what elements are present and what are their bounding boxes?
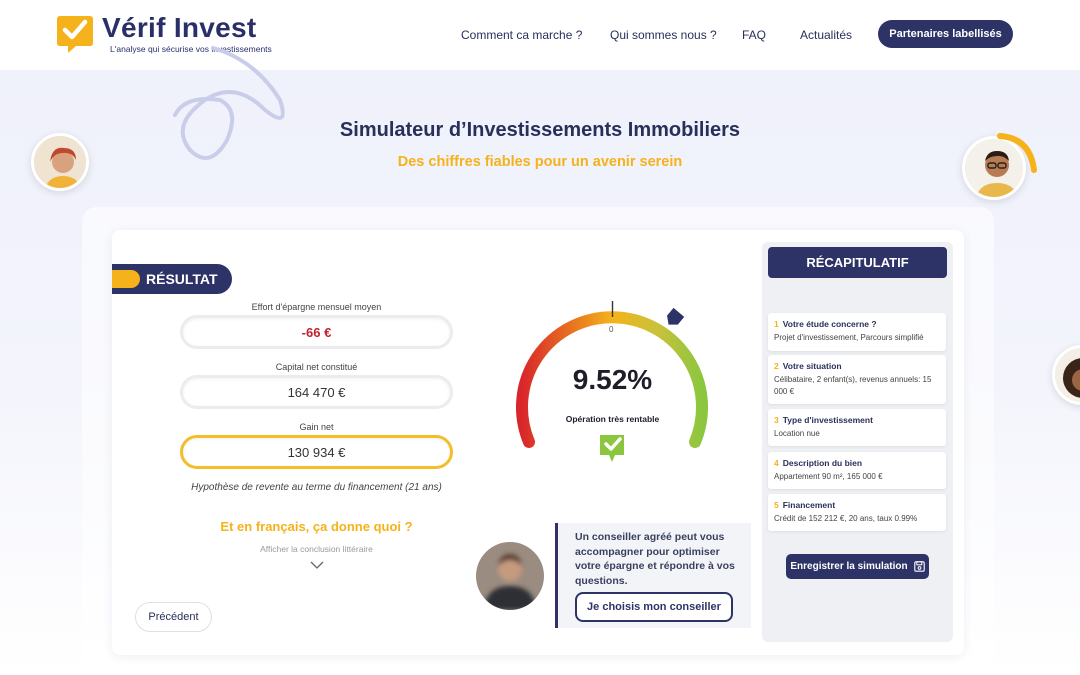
recap-item-title: Votre situation [782, 361, 842, 371]
floppy-disk-icon [913, 561, 925, 572]
recap-item-title: Votre étude concerne ? [782, 319, 877, 329]
recap-title: RÉCAPITULATIF [768, 247, 947, 278]
advisor-message: Un conseiller agréé peut vous accompagne… [575, 531, 735, 587]
gauge-value: 9.52% [572, 364, 653, 395]
recap-item-detail: Location nue [774, 429, 820, 438]
resale-hypothesis: Hypothèse de revente au terme du finance… [191, 482, 442, 493]
chevron-down-icon[interactable] [309, 560, 325, 570]
choose-advisor-button[interactable]: Je choisis mon conseiller [575, 592, 733, 622]
nav-faq[interactable]: FAQ [742, 28, 766, 42]
result-tab-accent [112, 270, 140, 288]
show-conclusion-link[interactable]: Afficher la conclusion littéraire [140, 544, 493, 554]
monthly-effort-value: -66 € [180, 315, 453, 349]
save-simulation-button[interactable]: Enregistrer la simulation [786, 554, 929, 579]
save-simulation-label: Enregistrer la simulation [790, 561, 908, 572]
net-gain-value: 130 934 € [180, 435, 453, 469]
recap-item-detail: Crédit de 152 212 €, 20 ans, taux 0.99% [774, 514, 918, 523]
previous-button[interactable]: Précédent [135, 602, 212, 632]
logo-check-icon[interactable] [54, 13, 96, 55]
result-tab-label: RÉSULTAT [146, 271, 218, 287]
advisor-photo [476, 542, 544, 610]
recap-item-property[interactable]: 4 Description du bien Appartement 90 m², … [768, 452, 946, 489]
gauge-zero-label: 0 [609, 325, 614, 334]
net-capital-label: Capital net constitué [275, 362, 358, 372]
nav-how-it-works[interactable]: Comment ca marche ? [461, 28, 582, 42]
recap-item-detail: Célibataire, 2 enfant(s), revenus annuel… [774, 375, 932, 396]
testimonial-avatar-edge [1052, 345, 1080, 405]
page-subtitle: Des chiffres fiables pour un avenir sere… [397, 154, 683, 170]
recap-item-detail: Projet d'investissement, Parcours simpli… [774, 333, 924, 342]
recap-item-study[interactable]: 1 Votre étude concerne ? Projet d'investi… [768, 313, 946, 351]
check-badge-icon [600, 435, 624, 462]
recap-item-number: 2 [774, 361, 779, 371]
monthly-effort-label: Effort d'épargne mensuel moyen [251, 302, 382, 312]
recap-item-number: 3 [774, 415, 779, 425]
page-title: Simulateur d’Investissements Immobiliers [339, 119, 741, 141]
nav-about-us[interactable]: Qui sommes nous ? [610, 28, 717, 42]
net-gain-label: Gain net [299, 422, 334, 432]
recap-item-investment-type[interactable]: 3 Type d'investissement Location nue [768, 409, 946, 446]
nav-news[interactable]: Actualités [800, 28, 852, 42]
recap-item-title: Type d'investissement [782, 415, 873, 425]
avatar-accent-arc [997, 133, 1037, 173]
recap-item-detail: Appartement 90 m², 165 000 € [774, 472, 883, 481]
gauge-status: Opération très rentable [565, 414, 660, 424]
recap-item-title: Financement [782, 500, 836, 510]
gauge-needle-marker [667, 307, 685, 325]
plain-language-title: Et en français, ça donne quoi ? [220, 519, 413, 534]
recap-item-number: 1 [774, 319, 779, 329]
recap-item-number: 4 [774, 458, 779, 468]
site-header: Vérif Invest L'analyse qui sécurise vos … [0, 0, 1080, 70]
recap-item-title: Description du bien [782, 458, 863, 468]
net-capital-value: 164 470 € [180, 375, 453, 409]
recap-item-situation[interactable]: 2 Votre situation Célibataire, 2 enfant(s… [768, 355, 946, 404]
testimonial-avatar-left [31, 133, 89, 191]
recap-item-financing[interactable]: 5 Financement Crédit de 152 212 €, 20 ans… [768, 494, 946, 531]
partners-button[interactable]: Partenaires labellisés [878, 20, 1013, 48]
recap-item-number: 5 [774, 500, 779, 510]
